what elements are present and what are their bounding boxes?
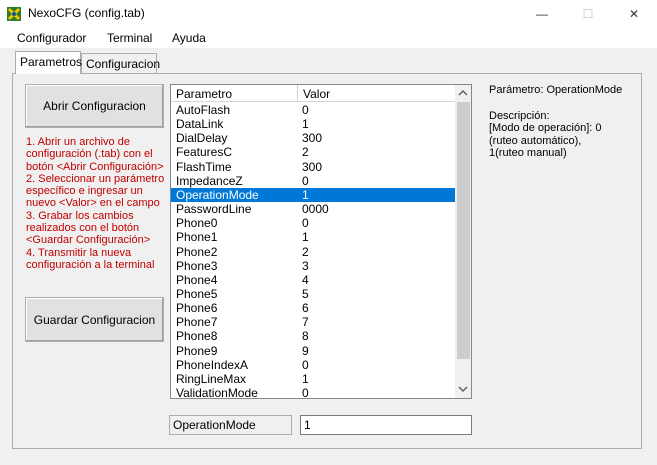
scroll-down-icon[interactable] [457,384,469,394]
table-row[interactable]: Phone4 4 [171,273,455,287]
open-config-button[interactable]: Abrir Configuracion [25,84,164,128]
close-button[interactable]: ✕ [611,0,657,28]
menu-terminal[interactable]: Terminal [107,31,152,45]
parameter-value: 0 [302,357,309,372]
tab-configuracion[interactable]: Configuracion [81,53,160,73]
instruction-step-4: 4. Transmitir la nueva configuración a l… [26,246,155,271]
parameter-value: 5 [302,286,309,301]
table-row[interactable]: FeaturesC 2 [171,145,455,159]
instruction-step-3: 3. Grabar los cambios realizados con el … [26,209,151,247]
instructions: 1. Abrir un archivo de configuración (.t… [26,136,166,271]
parameter-value: 300 [302,131,323,146]
minimize-icon: — [536,7,548,21]
parameter-value: 1 [302,117,309,132]
table-row[interactable]: AutoFlash 0 [171,103,455,117]
table-row[interactable]: Phone5 5 [171,287,455,301]
parameter-name: PasswordLine [176,202,252,217]
parameter-name: RingLineMax [176,371,247,386]
parameter-value: 2 [302,145,309,160]
value-input[interactable]: 1 [300,415,472,435]
menu-ayuda[interactable]: Ayuda [172,31,206,45]
table-row[interactable]: ImpedanceZ 0 [171,174,455,188]
parameter-name: Phone1 [176,230,218,245]
parameter-value: 1 [302,230,309,245]
app-icon [7,7,21,21]
parameter-value: 2 [302,244,309,259]
description-label: Descripción: [489,110,550,122]
parameter-name: PhoneIndexA [176,357,249,372]
close-icon: ✕ [628,7,640,21]
instruction-step-1: 1. Abrir un archivo de configuración (.t… [26,136,164,173]
parameter-name: Phone8 [176,329,218,344]
parameter-value: 3 [302,258,309,273]
parameter-value: 4 [302,272,309,287]
parameter-value: 300 [302,159,323,174]
parameter-value: 7 [302,315,309,330]
parameter-name: Phone3 [176,258,218,273]
parameter-name: ValidationMode [176,386,258,400]
tab-parametros[interactable]: Parametros [15,51,82,74]
table-row[interactable]: Phone8 8 [171,329,455,343]
table-row[interactable]: ValidationMode 0 [171,386,455,400]
parameter-value: 8 [302,329,309,344]
minimize-button[interactable]: — [519,0,565,28]
menu-bar [0,28,657,48]
table-row[interactable]: PhoneIndexA 0 [171,358,455,372]
parameter-name: AutoFlash [176,103,231,117]
parameter-value: 0 [302,216,309,231]
table-row[interactable]: DataLink 1 [171,117,455,131]
maximize-icon: ☐ [582,7,594,21]
parameter-name: Phone7 [176,315,218,330]
scroll-up-icon[interactable] [457,88,469,98]
parameter-name: OperationMode [176,187,259,202]
column-header-valor[interactable]: Valor [298,85,455,102]
column-header-parametro[interactable]: Parametro [171,85,298,102]
parameter-value: 0 [302,173,309,188]
table-row[interactable]: OperationMode 1 [171,187,455,203]
parameter-value: 0000 [302,202,329,217]
save-config-button[interactable]: Guardar Configuracion [25,297,164,342]
parameter-value: 1 [302,371,309,386]
parameter-name: ImpedanceZ [176,173,243,188]
menu-configurador[interactable]: Configurador [17,31,86,45]
parameter-name: Phone9 [176,343,218,358]
parameter-list[interactable]: Parametro Valor AutoFlash 0 DataLink 1 DialD… [170,84,472,400]
selected-parameter-field: OperationMode [169,415,292,435]
table-row[interactable]: Phone2 2 [171,245,455,259]
table-row[interactable]: Phone7 7 [171,315,455,329]
parameter-name: FlashTime [176,159,232,174]
parameter-name: Phone4 [176,272,218,287]
table-row[interactable]: Phone3 3 [171,259,455,273]
parameter-value: 0 [302,103,309,117]
maximize-button[interactable]: ☐ [565,0,611,28]
parameter-value: 9 [302,343,309,358]
table-row[interactable]: DialDelay 300 [171,131,455,145]
parameter-name: DataLink [176,117,224,132]
list-rows: AutoFlash 0 DataLink 1 DialDelay 300 FeaturesC… [171,103,455,400]
parameter-name: Phone2 [176,244,218,259]
parameter-value: 1 [302,187,309,202]
table-row[interactable]: Phone1 1 [171,230,455,244]
table-row[interactable]: FlashTime 300 [171,160,455,174]
parameter-name: Phone5 [176,286,218,301]
parameter-name-label: Parámetro: OperationMode [489,84,623,96]
table-row[interactable]: RingLineMax 1 [171,372,455,386]
table-row[interactable]: Phone9 9 [171,344,455,358]
parameter-value: 0 [302,386,309,400]
parameter-name: Phone0 [176,216,218,231]
instruction-step-2: 2. Seleccionar un parámetro específico e… [26,172,165,210]
table-row[interactable]: Phone6 6 [171,301,455,315]
parameter-name: DialDelay [176,131,228,146]
parameter-name: FeaturesC [176,145,233,160]
scrollbar-thumb[interactable] [457,102,470,359]
description-text: [Modo de operación]: 0 (ruteo automático… [489,122,602,159]
parameter-name: Phone6 [176,301,218,316]
parameter-value: 6 [302,301,309,316]
table-row[interactable]: PasswordLine 0000 [171,202,455,216]
window-title: NexoCFG (config.tab) [28,6,145,20]
table-row[interactable]: Phone0 0 [171,216,455,230]
